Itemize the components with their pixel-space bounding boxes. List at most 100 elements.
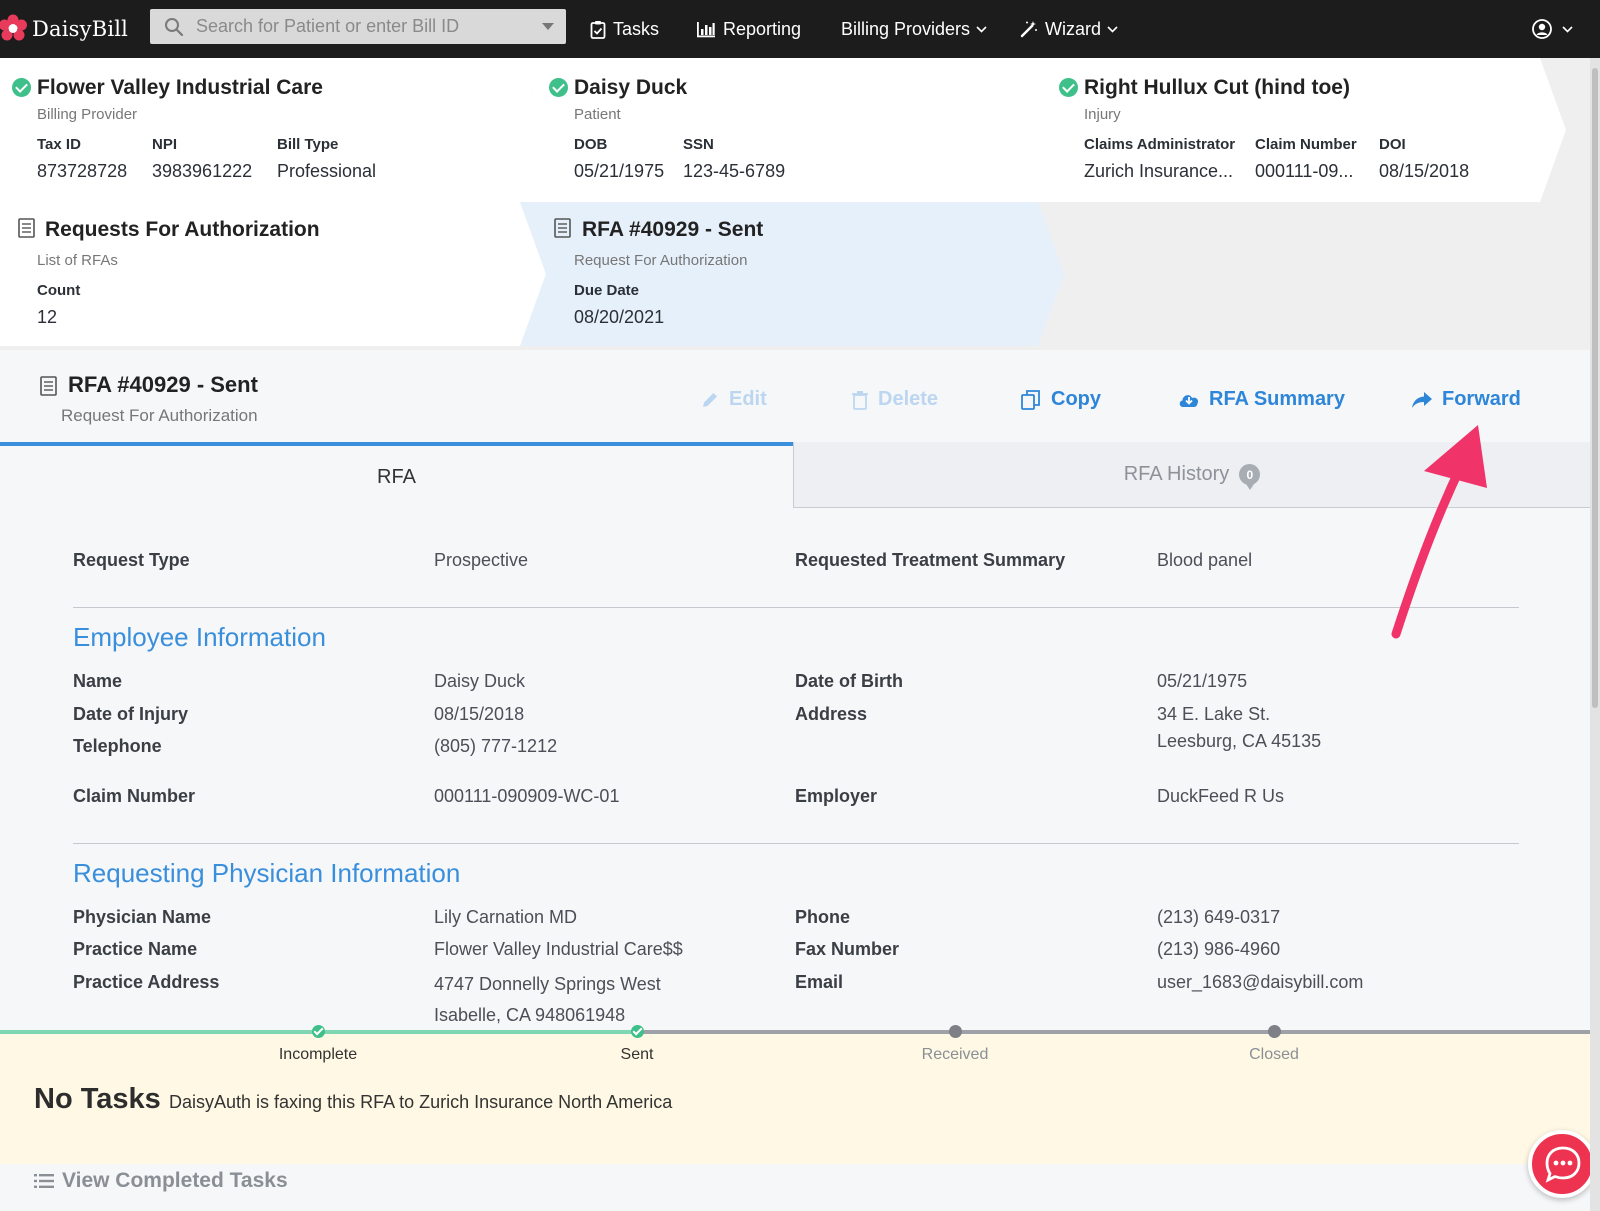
field-value: Lily Carnation MD xyxy=(434,907,578,927)
edit-label: Edit xyxy=(729,388,767,410)
view-completed-label: View Completed Tasks xyxy=(62,1169,288,1192)
rfa-summary-label: RFA Summary xyxy=(1209,388,1345,410)
field-value: (213) 649-0317 xyxy=(1157,907,1281,927)
field-label: Bill Type xyxy=(277,136,339,153)
field-label: Claim Number xyxy=(1255,136,1357,153)
copy-label: Copy xyxy=(1051,388,1101,410)
scrollbar-thumb[interactable] xyxy=(1592,68,1598,708)
field-value: 4747 Donnelly Springs West xyxy=(434,974,661,994)
task-status-note: DaisyAuth is faxing this RFA to Zurich I… xyxy=(169,1092,673,1112)
field-label: Due Date xyxy=(574,282,640,299)
nav-reporting-label: Reporting xyxy=(723,18,802,39)
field-value: 873728728 xyxy=(37,161,128,181)
rfa-summary-button[interactable]: RFA Summary xyxy=(1178,388,1345,411)
status-step-label: Closed xyxy=(1249,1046,1299,1063)
copy-button[interactable]: Copy xyxy=(1020,388,1101,411)
field-value: Blood panel xyxy=(1157,550,1253,570)
nav-wizard[interactable]: Wizard xyxy=(1020,0,1125,58)
crumb-billing-provider[interactable]: Flower Valley Industrial Care Billing Pr… xyxy=(0,58,520,202)
bar-chart-icon xyxy=(697,21,715,37)
daisybill-logo[interactable]: DaisyBill xyxy=(0,0,148,58)
nav-billing-providers-label: Billing Providers xyxy=(841,18,971,39)
field-value: 05/21/1975 xyxy=(1157,671,1248,691)
crumb-rfa-list[interactable]: Requests For Authorization List of RFAs … xyxy=(0,202,520,346)
field-label: DOI xyxy=(1379,136,1406,153)
delete-button[interactable]: Delete xyxy=(851,388,938,411)
crumb-subtitle: Patient xyxy=(574,106,621,123)
view-completed-tasks-link[interactable]: View Completed Tasks xyxy=(34,1169,288,1193)
field-label: Tax ID xyxy=(37,136,81,153)
field-value: user_1683@daisybill.com xyxy=(1157,972,1364,992)
check-circle-icon xyxy=(549,78,568,97)
status-step-label: Incomplete xyxy=(278,1046,358,1063)
edit-button[interactable]: Edit xyxy=(700,388,767,411)
crumb-subtitle: Injury xyxy=(1084,106,1121,123)
forward-button[interactable]: Forward xyxy=(1411,388,1521,411)
field-value: Isabelle, CA 948061948 xyxy=(434,1005,626,1025)
field-value: Flower Valley Industrial Care$$ xyxy=(434,939,683,959)
field-value: 000111-09... xyxy=(1255,161,1354,181)
field-value: Zurich Insurance... xyxy=(1084,161,1234,181)
field-value: (213) 986-4960 xyxy=(1157,939,1281,959)
tab-bar: RFA RFA History 0 xyxy=(0,442,1590,508)
chevron-down-icon xyxy=(1562,25,1573,33)
search-dropdown-caret-icon[interactable] xyxy=(542,23,554,30)
step-pending-dot xyxy=(949,1025,962,1038)
brand-name: DaisyBill xyxy=(32,17,129,41)
crumb-current-rfa[interactable]: RFA #40929 - Sent Request For Authorizat… xyxy=(520,202,1038,346)
chat-support-button[interactable] xyxy=(1528,1130,1596,1198)
nav-tasks[interactable]: Tasks xyxy=(590,0,659,58)
no-tasks-heading: No Tasks xyxy=(34,1083,161,1115)
field-value: 000111-090909-WC-01 xyxy=(434,786,620,806)
chat-bubble-icon xyxy=(1545,1146,1581,1183)
field-label: NPI xyxy=(152,136,178,153)
field-label: DOB xyxy=(574,136,608,153)
field-value: 08/20/2021 xyxy=(574,307,665,327)
field-label: Address xyxy=(795,704,868,724)
field-label: SSN xyxy=(683,136,714,153)
tab-rfa[interactable]: RFA xyxy=(0,442,793,508)
field-value: Leesburg, CA 45135 xyxy=(1157,731,1322,751)
nav-wizard-label: Wizard xyxy=(1045,18,1102,39)
crumb-title: Flower Valley Industrial Care xyxy=(37,76,323,99)
user-menu[interactable] xyxy=(1532,0,1580,58)
status-step-label: Received xyxy=(921,1046,989,1063)
search-box[interactable] xyxy=(150,9,566,44)
section-heading: Employee Information xyxy=(73,622,326,652)
field-value: 3983961222 xyxy=(152,161,253,181)
field-label: Claim Number xyxy=(73,786,196,806)
field-label: Requested Treatment Summary xyxy=(795,550,1066,570)
chevron-down-icon xyxy=(1107,25,1118,33)
nav-tasks-label: Tasks xyxy=(613,18,660,39)
field-label: Name xyxy=(73,671,123,691)
daisy-flower-icon xyxy=(0,14,27,41)
breadcrumb-cards: Flower Valley Industrial Care Billing Pr… xyxy=(0,58,1600,350)
field-label: Practice Name xyxy=(73,939,198,959)
page-scrollbar[interactable] xyxy=(1590,58,1600,1211)
comment-count-badge: 0 xyxy=(1239,464,1261,490)
search-input[interactable] xyxy=(196,16,526,37)
nav-reporting[interactable]: Reporting xyxy=(696,0,801,58)
nav-billing-providers[interactable]: Billing Providers xyxy=(841,0,994,58)
document-list-icon xyxy=(40,376,57,396)
copy-icon xyxy=(1021,389,1040,410)
tab-rfa-label: RFA xyxy=(377,465,416,488)
field-value: DuckFeed R Us xyxy=(1157,786,1285,806)
field-label: Date of Birth xyxy=(795,671,903,691)
delete-label: Delete xyxy=(878,388,939,410)
field-label: Email xyxy=(795,972,844,992)
crumb-patient[interactable]: Daisy Duck Patient DOB 05/21/1975 SSN 12… xyxy=(520,58,1038,202)
cloud-download-icon xyxy=(1179,395,1199,407)
crumb-injury[interactable]: Right Hullux Cut (hind toe) Injury Claim… xyxy=(1038,58,1558,202)
field-label: Telephone xyxy=(73,736,162,756)
field-value: (805) 777-1212 xyxy=(434,736,558,756)
tab-rfa-history[interactable]: RFA History 0 xyxy=(793,442,1590,508)
field-value: 08/15/2018 xyxy=(1379,161,1470,181)
share-forward-icon xyxy=(1412,391,1432,408)
clipboard-check-icon xyxy=(590,20,606,39)
rfa-details: Request Type Prospective Requested Treat… xyxy=(0,508,1590,1038)
crumb-title: Requests For Authorization xyxy=(45,218,320,241)
field-value: 123-45-6789 xyxy=(683,161,786,181)
tab-rfa-history-label: RFA History xyxy=(1123,463,1230,485)
section-divider xyxy=(73,607,1519,608)
